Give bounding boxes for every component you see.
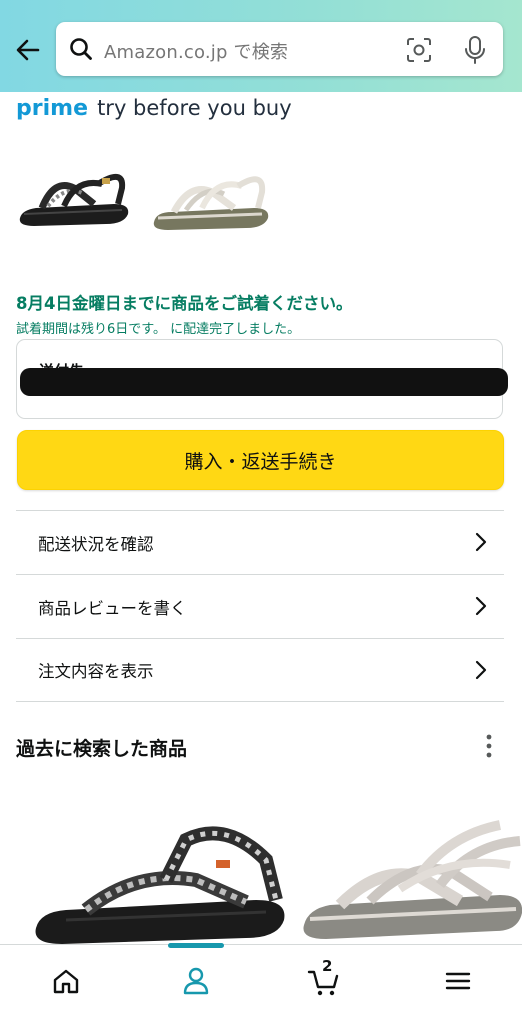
camera-scan-icon[interactable] bbox=[406, 37, 432, 63]
product-thumbnail-white-sandal[interactable] bbox=[150, 148, 270, 238]
history-product-image-strappy-sandal[interactable] bbox=[300, 805, 522, 950]
back-arrow-icon[interactable] bbox=[12, 34, 44, 66]
purchase-return-button[interactable]: 購入・返送手続き bbox=[17, 430, 504, 490]
menu-item-label: 配送状況を確認 bbox=[38, 534, 154, 554]
prime-try-before-you-buy-logo: prime try before you buy bbox=[16, 96, 292, 126]
hamburger-menu-icon[interactable] bbox=[440, 963, 476, 999]
home-icon[interactable] bbox=[48, 963, 84, 999]
user-icon[interactable] bbox=[178, 963, 214, 999]
menu-item-track-package[interactable]: 配送状況を確認 bbox=[16, 510, 504, 574]
prime-tagline: try before you buy bbox=[97, 96, 292, 120]
microphone-icon[interactable] bbox=[462, 35, 488, 65]
search-history-title: 過去に検索した商品 bbox=[16, 738, 188, 760]
more-vertical-icon[interactable] bbox=[484, 732, 494, 760]
menu-item-view-order[interactable]: 注文内容を表示 bbox=[16, 638, 504, 702]
chevron-right-icon bbox=[475, 596, 487, 616]
prime-brand: prime bbox=[16, 96, 88, 121]
search-icon bbox=[70, 38, 92, 60]
bottom-navigation: 2 bbox=[0, 943, 522, 1024]
search-placeholder: Amazon.co.jp で検索 bbox=[104, 42, 289, 63]
cart-count-badge: 2 bbox=[322, 957, 333, 975]
trial-deadline-text: 8月4日金曜日までに商品をご試着ください。 bbox=[16, 294, 353, 313]
top-search-bar: Amazon.co.jp で検索 bbox=[0, 0, 522, 92]
menu-item-label: 注文内容を表示 bbox=[38, 662, 154, 681]
trial-remaining-text: 試着期間は残り6日です。 に配達完了しました。 bbox=[16, 322, 301, 337]
cart-button[interactable]: 2 bbox=[306, 957, 342, 999]
search-input[interactable]: Amazon.co.jp で検索 bbox=[56, 22, 503, 76]
menu-item-label: 商品レビューを書く bbox=[38, 598, 187, 618]
menu-item-write-review[interactable]: 商品レビューを書く bbox=[16, 574, 504, 638]
product-thumbnail-black-sandal[interactable] bbox=[14, 148, 134, 238]
redacted-address bbox=[20, 368, 508, 396]
chevron-right-icon bbox=[475, 660, 487, 680]
history-product-image-sport-sandal[interactable] bbox=[26, 820, 296, 950]
active-tab-indicator bbox=[168, 943, 224, 948]
chevron-right-icon bbox=[475, 532, 487, 552]
order-actions-list: 配送状況を確認 商品レビューを書く 注文内容を表示 bbox=[16, 510, 504, 702]
